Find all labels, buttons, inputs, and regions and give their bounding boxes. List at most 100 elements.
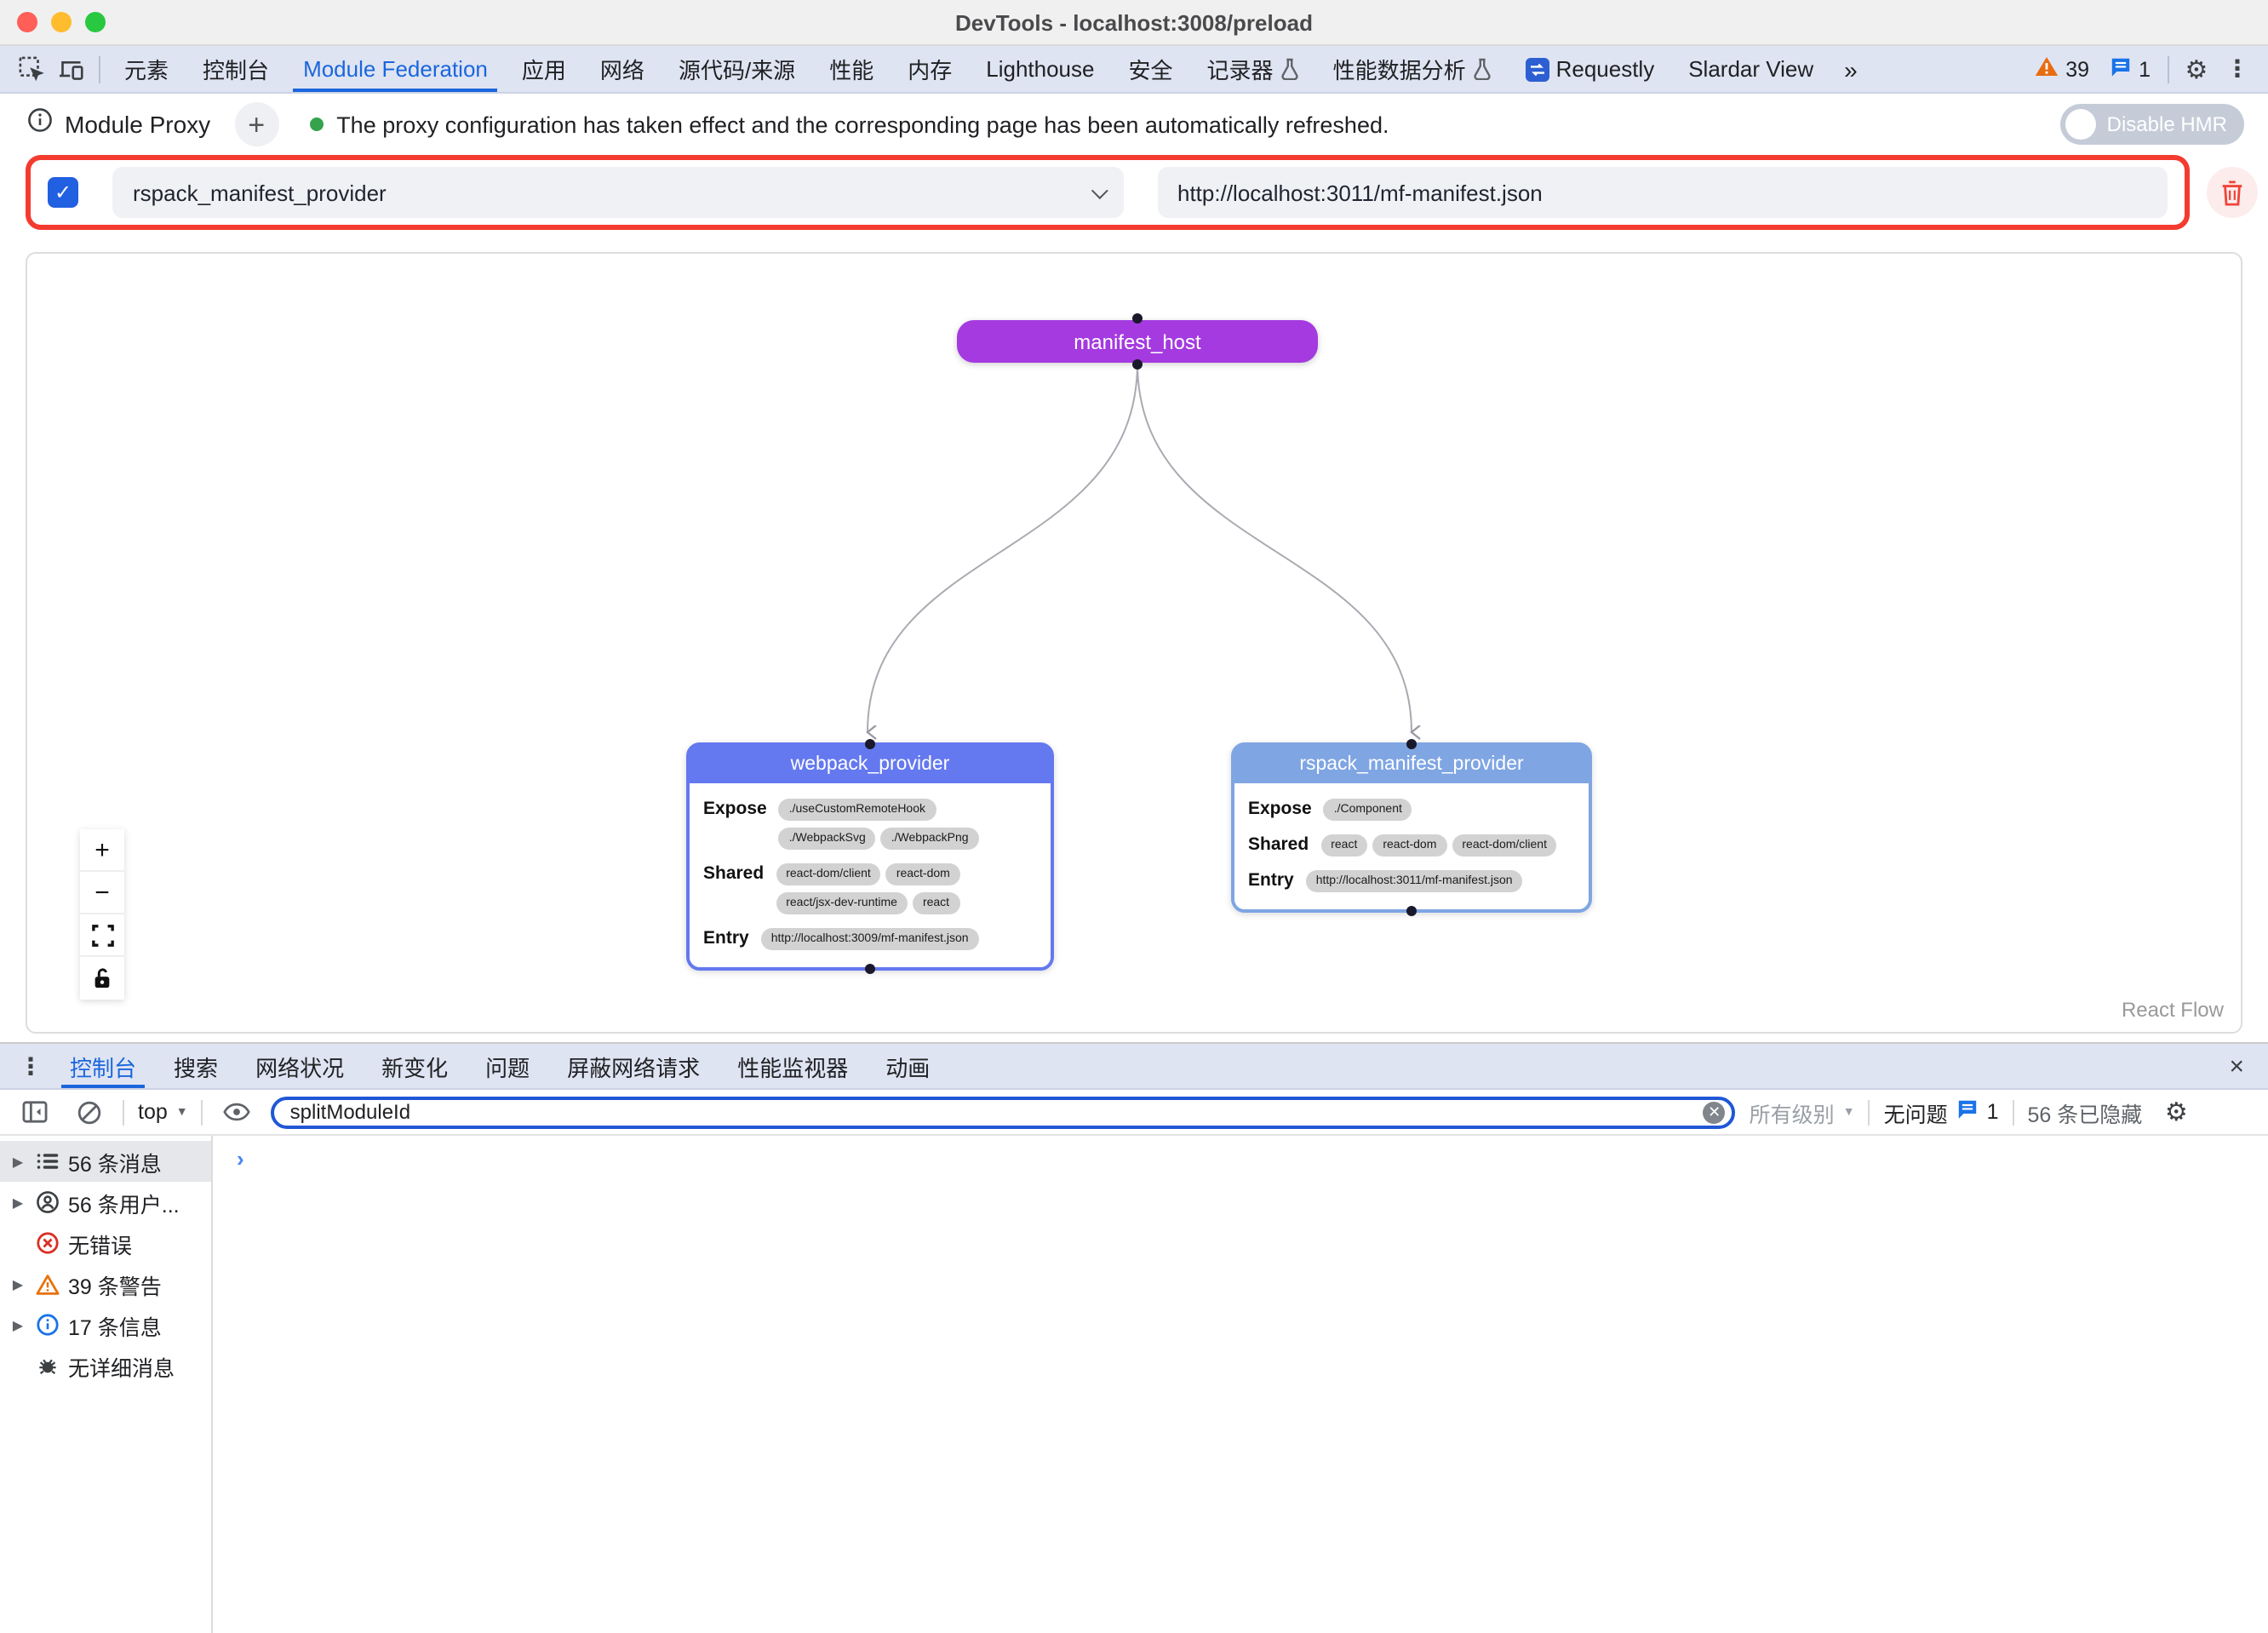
console-sidebar-toggle-icon[interactable]: [14, 1092, 54, 1132]
drawer-tab-网络状况[interactable]: 网络状况: [237, 1044, 363, 1088]
proxy-status-dot: [309, 117, 323, 131]
console-filter-field: ✕: [272, 1096, 1736, 1128]
fit-view-button[interactable]: [80, 914, 124, 957]
add-proxy-rule-button[interactable]: [234, 102, 278, 146]
log-levels-select[interactable]: 所有级别 ▼: [1750, 1096, 1855, 1128]
shared-section: Shared react-dom/clientreact-domreact/js…: [703, 863, 1037, 914]
tab-记录器[interactable]: 记录器: [1190, 46, 1316, 92]
tab-label: Slardar View: [1688, 56, 1813, 82]
zoom-out-button[interactable]: −: [80, 872, 124, 914]
drawer-tab-屏蔽网络请求[interactable]: 屏蔽网络请求: [548, 1044, 719, 1088]
node-title: webpack_provider: [690, 746, 1051, 783]
tab-label: 性能数据分析: [1333, 53, 1466, 85]
expander-triangle-icon[interactable]: ▶: [10, 1154, 26, 1169]
zoom-in-button[interactable]: +: [80, 829, 124, 872]
console-sidebar-item-无错误[interactable]: 无错误: [0, 1223, 211, 1263]
main-menu-kebab-icon[interactable]: [2217, 49, 2258, 89]
lock-button[interactable]: [80, 957, 124, 1000]
tab-module-federation[interactable]: Module Federation: [286, 46, 505, 92]
divider: [2168, 55, 2169, 83]
manifest-url-input[interactable]: [1157, 167, 2168, 218]
proxy-status-text: The proxy configuration has taken effect…: [336, 112, 1389, 137]
clear-console-icon[interactable]: [68, 1092, 109, 1132]
console-body: ▶56 条消息▶56 条用户...无错误▶39 条警告▶17 条信息无详细消息 …: [0, 1136, 2268, 1633]
drawer-tab-新变化[interactable]: 新变化: [363, 1044, 467, 1088]
node-webpack-provider[interactable]: webpack_provider Expose ./useCustomRemot…: [686, 742, 1054, 971]
console-settings-gear-icon[interactable]: [2156, 1092, 2196, 1132]
tab-控制台[interactable]: 控制台: [186, 46, 286, 92]
react-flow-attribution[interactable]: React Flow: [2122, 998, 2224, 1022]
node-handle: [1406, 739, 1417, 749]
tab-性能[interactable]: 性能: [812, 46, 891, 92]
node-handle: [1406, 906, 1417, 916]
module-graph-canvas[interactable]: manifest_host webpack_provider Expose ./…: [26, 252, 2242, 1034]
trash-icon: [2220, 180, 2244, 205]
node-handle: [1132, 313, 1143, 324]
drawer-tab-问题[interactable]: 问题: [467, 1044, 548, 1088]
chevron-down-icon: [1091, 181, 1108, 198]
issues-label: 无问题: [1884, 1096, 1948, 1128]
tab-安全[interactable]: 安全: [1112, 46, 1190, 92]
tab-label: Module Federation: [303, 56, 488, 82]
tab-应用[interactable]: 应用: [505, 46, 583, 92]
drawer-tab-性能监视器[interactable]: 性能监视器: [719, 1044, 867, 1088]
issues-status[interactable]: 无问题 1: [1884, 1096, 1999, 1128]
module-pill: react/jsx-dev-runtime: [776, 892, 908, 914]
module-pill: ./WebpackPng: [881, 828, 979, 850]
tab-slardar-view[interactable]: Slardar View: [1671, 46, 1830, 92]
warnings-badge[interactable]: 39: [2025, 56, 2099, 82]
node-host-label: manifest_host: [1074, 329, 1200, 353]
section-label: Entry: [1248, 870, 1294, 892]
provider-select[interactable]: rspack_manifest_provider: [112, 167, 1123, 218]
section-label: Shared: [703, 863, 764, 885]
settings-gear-icon[interactable]: [2176, 49, 2217, 89]
list-icon: [34, 1149, 60, 1174]
unlock-icon: [92, 967, 112, 989]
flask-icon: [1473, 58, 1492, 80]
console-sidebar-item-无详细消息[interactable]: 无详细消息: [0, 1345, 211, 1386]
more-tabs-button[interactable]: »: [1830, 46, 1871, 92]
drawer-menu-kebab-icon[interactable]: [10, 1046, 51, 1086]
console-sidebar-item-17-条信息[interactable]: ▶17 条信息: [0, 1304, 211, 1345]
clear-filter-icon[interactable]: ✕: [1704, 1101, 1726, 1123]
section-label: Expose: [1248, 799, 1312, 821]
drawer-tab-控制台[interactable]: 控制台: [51, 1044, 155, 1088]
tab-元素[interactable]: 元素: [107, 46, 186, 92]
expander-triangle-icon[interactable]: ▶: [10, 1276, 26, 1292]
device-toolbar-icon[interactable]: [51, 49, 92, 89]
tab-性能数据分析[interactable]: 性能数据分析: [1316, 46, 1509, 92]
expander-triangle-icon[interactable]: ▶: [10, 1317, 26, 1332]
disable-hmr-toggle[interactable]: Disable HMR: [2061, 104, 2244, 145]
delete-proxy-rule-button[interactable]: [2207, 167, 2258, 218]
close-drawer-icon[interactable]: ×: [2215, 1051, 2258, 1080]
proxy-rule-checkbox[interactable]: [48, 177, 78, 208]
context-selector[interactable]: top ▼: [138, 1100, 188, 1124]
console-sidebar-item-56-条消息[interactable]: ▶56 条消息: [0, 1141, 211, 1182]
drawer-tab-搜索[interactable]: 搜索: [155, 1044, 237, 1088]
tab-源代码-来源[interactable]: 源代码/来源: [662, 46, 812, 92]
issues-badge[interactable]: 1: [2099, 55, 2161, 83]
tab-网络[interactable]: 网络: [583, 46, 662, 92]
drawer-tab-动画[interactable]: 动画: [867, 1044, 948, 1088]
inspect-element-icon[interactable]: [10, 49, 51, 89]
console-filter-input[interactable]: [290, 1100, 1693, 1124]
live-expression-eye-icon[interactable]: [217, 1092, 258, 1132]
flask-icon: [1280, 58, 1299, 80]
console-sidebar-item-39-条警告[interactable]: ▶39 条警告: [0, 1263, 211, 1304]
console-sidebar-item-56-条用户[interactable]: ▶56 条用户...: [0, 1182, 211, 1223]
window-title: DevTools - localhost:3008/preload: [0, 9, 2268, 35]
module-pill: react-dom: [1372, 834, 1446, 857]
console-output[interactable]: ›: [213, 1136, 2268, 1633]
tab-lighthouse[interactable]: Lighthouse: [969, 46, 1111, 92]
console-toolbar: top ▼ ✕ 所有级别 ▼ 无问题 1 56 条已隐藏: [0, 1090, 2268, 1136]
flow-controls: + −: [80, 829, 124, 1000]
node-rspack-manifest-provider[interactable]: rspack_manifest_provider Expose ./Compon…: [1231, 742, 1592, 913]
tab-label: 网络: [600, 53, 644, 85]
tab-内存[interactable]: 内存: [891, 46, 969, 92]
expose-pills: ./useCustomRemoteHook./WebpackSvg./Webpa…: [779, 799, 1037, 850]
node-manifest-host[interactable]: manifest_host: [957, 320, 1318, 363]
message-icon: [1956, 1098, 1979, 1126]
no-error-icon: [34, 1230, 60, 1256]
tab-requestly[interactable]: Requestly: [1509, 46, 1672, 92]
expander-triangle-icon[interactable]: ▶: [10, 1195, 26, 1210]
